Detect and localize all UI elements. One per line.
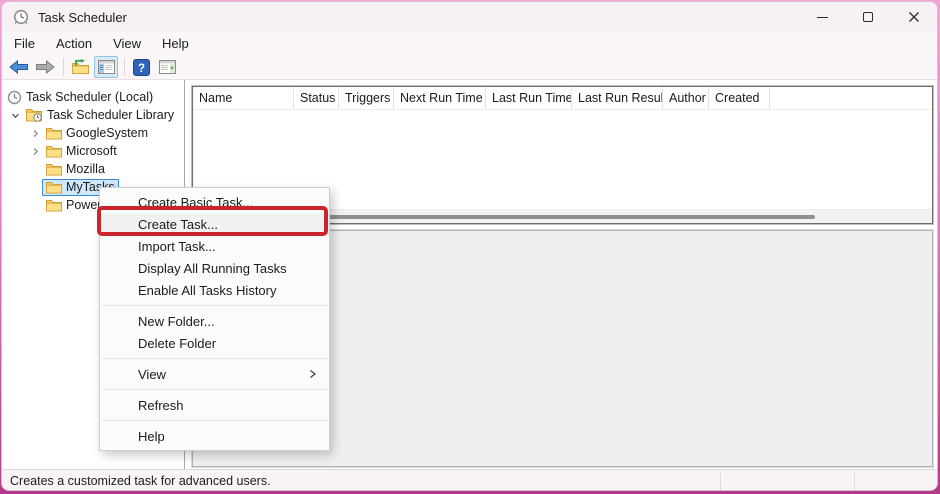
menu-item-help[interactable]: Help (100, 425, 329, 447)
action-pane-icon (159, 60, 176, 74)
menu-item-import-task[interactable]: Import Task... (100, 235, 329, 257)
column-header-triggers[interactable]: Triggers (339, 87, 394, 109)
show-hide-action-pane-button[interactable] (155, 56, 179, 78)
tree-item-task-scheduler-library[interactable]: Task Scheduler Library (2, 106, 184, 124)
menu-separator (102, 305, 327, 306)
tree-item-label: Microsoft (66, 144, 117, 158)
tree-item-label: Task Scheduler Library (47, 108, 174, 122)
annotation-highlight-box (97, 206, 328, 236)
menu-view[interactable]: View (104, 34, 150, 53)
chevron-down-icon[interactable] (8, 111, 22, 120)
column-header-created[interactable]: Created (709, 87, 770, 109)
folder-icon (46, 127, 62, 140)
menu-item-enable-all-tasks-history[interactable]: Enable All Tasks History (100, 279, 329, 301)
toolbar-separator (124, 58, 125, 76)
titlebar: Task Scheduler (2, 2, 937, 32)
console-tree-icon (98, 60, 115, 74)
minimize-button[interactable] (799, 2, 845, 32)
tree-item-label: Mozilla (66, 162, 105, 176)
toolbar-separator (63, 58, 64, 76)
column-header-author[interactable]: Author (663, 87, 709, 109)
menu-item-refresh[interactable]: Refresh (100, 394, 329, 416)
menu-item-view[interactable]: View (100, 363, 329, 385)
folder-icon (46, 145, 62, 158)
menu-item-new-folder[interactable]: New Folder... (100, 310, 329, 332)
folder-icon (46, 181, 62, 194)
menubar: File Action View Help (2, 32, 937, 55)
folder-clock-icon (26, 108, 43, 122)
status-text: Creates a customized task for advanced u… (10, 474, 271, 488)
task-list-header: Name Status Triggers Next Run Time Last … (193, 87, 932, 110)
statusbar-divider (720, 473, 721, 490)
help-icon: ? (133, 59, 150, 76)
folder-icon (46, 199, 62, 212)
menu-item-delete-folder[interactable]: Delete Folder (100, 332, 329, 354)
chevron-right-icon[interactable] (28, 129, 42, 138)
clock-app-icon (13, 9, 29, 25)
tree-item-label: Task Scheduler (Local) (26, 90, 153, 104)
menu-item-label: View (138, 367, 166, 382)
minimize-icon (817, 17, 828, 18)
submenu-chevron-icon (309, 369, 317, 379)
menu-action[interactable]: Action (47, 34, 101, 53)
menu-separator (102, 358, 327, 359)
tree-item-label: GoogleSystem (66, 126, 148, 140)
clock-icon (7, 90, 22, 105)
column-header-filler (770, 87, 932, 109)
forward-arrow-icon (35, 60, 55, 74)
folder-icon (46, 163, 62, 176)
column-header-name[interactable]: Name (193, 87, 294, 109)
import-task-button[interactable] (68, 56, 92, 78)
task-scheduler-window: Task Scheduler File Action View Help (1, 1, 938, 491)
menu-item-display-all-running-tasks[interactable]: Display All Running Tasks (100, 257, 329, 279)
tree-item-task-scheduler-local[interactable]: Task Scheduler (Local) (2, 88, 184, 106)
column-header-status[interactable]: Status (294, 87, 339, 109)
maximize-icon (863, 12, 873, 22)
close-icon (908, 11, 920, 23)
statusbar: Creates a customized task for advanced u… (2, 469, 937, 491)
back-arrow-icon (9, 60, 29, 74)
window-title: Task Scheduler (38, 10, 127, 25)
chevron-right-icon[interactable] (28, 147, 42, 156)
svg-text:?: ? (137, 62, 144, 74)
column-header-next-run-time[interactable]: Next Run Time (394, 87, 486, 109)
tree-item-mozilla[interactable]: Mozilla (2, 160, 184, 178)
task-list-body (193, 110, 932, 195)
import-folder-icon (71, 59, 90, 75)
close-button[interactable] (891, 2, 937, 32)
statusbar-divider (854, 473, 855, 490)
tree-item-microsoft[interactable]: Microsoft (2, 142, 184, 160)
column-header-last-run-time[interactable]: Last Run Time (486, 87, 572, 109)
menu-help[interactable]: Help (153, 34, 198, 53)
toolbar: ? (2, 55, 937, 80)
maximize-button[interactable] (845, 2, 891, 32)
forward-button[interactable] (33, 56, 57, 78)
show-hide-console-tree-button[interactable] (94, 56, 118, 78)
tree-item-googlesystem[interactable]: GoogleSystem (2, 124, 184, 142)
help-button[interactable]: ? (129, 56, 153, 78)
menu-file[interactable]: File (5, 34, 44, 53)
menu-separator (102, 389, 327, 390)
menu-separator (102, 420, 327, 421)
column-header-last-run-result[interactable]: Last Run Result (572, 87, 663, 109)
back-button[interactable] (7, 56, 31, 78)
